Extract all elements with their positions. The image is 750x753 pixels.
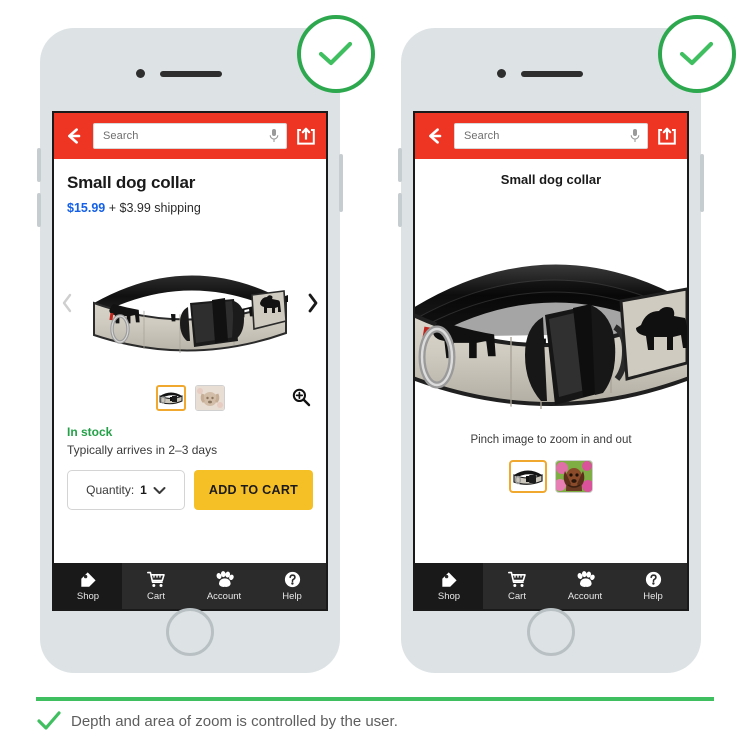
- volume-up-button[interactable]: [398, 148, 402, 182]
- tab-shop[interactable]: Shop: [415, 563, 483, 609]
- tab-cart[interactable]: Cart: [122, 563, 190, 609]
- product-image[interactable]: [54, 233, 326, 373]
- earpiece-speaker: [521, 71, 583, 77]
- search-placeholder: Search: [464, 130, 500, 142]
- cart-icon: [508, 570, 526, 588]
- tab-shop-label: Shop: [437, 591, 461, 602]
- tab-help-label: Help: [282, 591, 302, 602]
- tab-cart-label: Cart: [508, 591, 526, 602]
- quantity-label: Quantity:: [86, 483, 135, 497]
- product-zoom-page: Small dog collar Pinch image to zoom in …: [415, 159, 687, 563]
- zoomed-product-image[interactable]: [415, 197, 687, 412]
- paw-icon: [576, 570, 595, 588]
- tab-shop[interactable]: Shop: [54, 563, 122, 609]
- thumbnail-collar[interactable]: [155, 385, 186, 411]
- shipping-value: + $3.99 shipping: [108, 201, 201, 215]
- tab-help[interactable]: Help: [258, 563, 326, 609]
- volume-down-button[interactable]: [37, 193, 41, 227]
- search-input[interactable]: Search: [93, 123, 287, 149]
- check-icon: [677, 38, 717, 70]
- tab-account-label: Account: [206, 591, 242, 602]
- thumbnail-dog[interactable]: [555, 460, 593, 493]
- tag-icon: [80, 570, 97, 588]
- volume-up-button[interactable]: [37, 148, 41, 182]
- product-detail-page: Small dog collar $15.99 + $3.99 shipping: [54, 159, 326, 563]
- tab-account[interactable]: Account: [190, 563, 258, 609]
- stock-status: In stock: [67, 425, 113, 439]
- bottom-tab-bar: Shop Cart Account Help: [54, 563, 326, 609]
- earpiece-speaker: [160, 71, 222, 77]
- power-button[interactable]: [700, 154, 704, 212]
- tab-shop-label: Shop: [76, 591, 100, 602]
- home-button[interactable]: [166, 608, 214, 656]
- tab-account-label: Account: [567, 591, 603, 602]
- phone-mockup-before: Search Small dog collar $15.99 + $3.99 s…: [37, 28, 343, 673]
- front-camera-icon: [136, 69, 145, 78]
- page-title: Small dog collar: [500, 172, 602, 187]
- back-arrow-icon[interactable]: [424, 125, 446, 147]
- price-row: $15.99 + $3.99 shipping: [67, 201, 313, 215]
- tab-account[interactable]: Account: [551, 563, 619, 609]
- app-header-bar: Search: [415, 113, 687, 159]
- carousel-prev-button[interactable]: [58, 291, 76, 315]
- tab-help[interactable]: Help: [619, 563, 687, 609]
- tab-cart-label: Cart: [147, 591, 165, 602]
- thumbnail-strip: [67, 385, 313, 411]
- volume-down-button[interactable]: [398, 193, 402, 227]
- search-placeholder: Search: [103, 130, 139, 142]
- zoom-in-icon[interactable]: [291, 387, 311, 407]
- thumbnail-collar[interactable]: [509, 460, 547, 493]
- microphone-icon[interactable]: [268, 128, 280, 144]
- thumbnail-dog[interactable]: [194, 385, 225, 411]
- power-button[interactable]: [339, 154, 343, 212]
- divider-rule: [36, 697, 714, 701]
- phone-screen-right: Search Small dog collar Pinch image to z…: [413, 111, 689, 611]
- tab-help-label: Help: [643, 591, 663, 602]
- check-icon: [36, 710, 62, 732]
- purchase-row: Quantity: 1 ADD TO CART: [67, 470, 313, 510]
- comparison-figure: Search Small dog collar $15.99 + $3.99 s…: [0, 0, 750, 753]
- tag-icon: [441, 570, 458, 588]
- tab-cart[interactable]: Cart: [483, 563, 551, 609]
- share-icon[interactable]: [656, 125, 678, 147]
- product-image-carousel[interactable]: [54, 233, 326, 373]
- check-icon: [316, 38, 356, 70]
- back-arrow-icon[interactable]: [63, 125, 85, 147]
- front-camera-icon: [497, 69, 506, 78]
- page-title: Small dog collar: [67, 173, 196, 192]
- add-to-cart-button[interactable]: ADD TO CART: [194, 470, 313, 510]
- caption-text: Depth and area of zoom is controlled by …: [71, 712, 398, 730]
- phone-screen-left: Search Small dog collar $15.99 + $3.99 s…: [52, 111, 328, 611]
- pinch-zoom-hint: Pinch image to zoom in and out: [470, 434, 632, 446]
- quantity-value: 1: [140, 483, 147, 497]
- caption-row: Depth and area of zoom is controlled by …: [36, 710, 716, 732]
- cart-icon: [147, 570, 165, 588]
- question-circle-icon: [284, 570, 301, 588]
- thumbnail-strip: [415, 460, 687, 493]
- phone-mockup-after: Search Small dog collar Pinch image to z…: [398, 28, 704, 673]
- question-circle-icon: [645, 570, 662, 588]
- paw-icon: [215, 570, 234, 588]
- approved-check-badge-left: [297, 15, 375, 93]
- quantity-select[interactable]: Quantity: 1: [67, 470, 185, 510]
- share-icon[interactable]: [295, 125, 317, 147]
- chevron-down-icon: [153, 486, 166, 495]
- app-header-bar: Search: [54, 113, 326, 159]
- search-input[interactable]: Search: [454, 123, 648, 149]
- bottom-tab-bar: Shop Cart Account Help: [415, 563, 687, 609]
- approved-check-badge-right: [658, 15, 736, 93]
- home-button[interactable]: [527, 608, 575, 656]
- price-value: $15.99: [67, 201, 106, 215]
- delivery-estimate: Typically arrives in 2–3 days: [67, 443, 218, 457]
- carousel-next-button[interactable]: [304, 291, 322, 315]
- microphone-icon[interactable]: [629, 128, 641, 144]
